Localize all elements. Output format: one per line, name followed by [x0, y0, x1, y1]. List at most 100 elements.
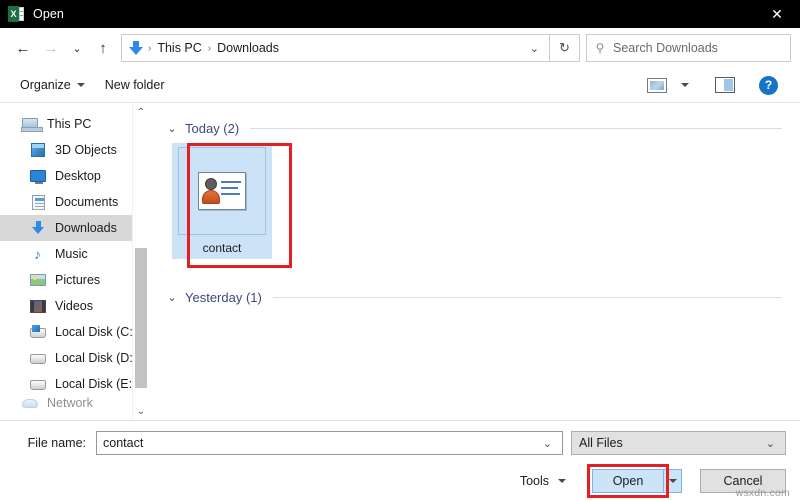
- address-dropdown-icon[interactable]: ⌄: [524, 42, 545, 55]
- group-header-yesterday[interactable]: ⌄ Yesterday (1): [166, 286, 782, 308]
- close-icon[interactable]: ✕: [754, 0, 800, 28]
- search-input[interactable]: Search Downloads: [613, 41, 718, 55]
- sidebar-item-label: Downloads: [55, 221, 117, 235]
- sidebar-item-3d-objects[interactable]: 3D Objects: [0, 137, 148, 163]
- sidebar-item-music[interactable]: ♪ Music: [0, 241, 148, 267]
- drive-icon: [30, 376, 48, 392]
- this-pc-icon: [21, 116, 43, 132]
- open-button[interactable]: Open: [592, 469, 664, 493]
- refresh-button[interactable]: ↻: [550, 34, 580, 62]
- file-thumbnail: [178, 147, 266, 235]
- sidebar-item-downloads[interactable]: Downloads: [0, 215, 148, 241]
- navigation-pane: This PC 3D Objects Desktop Documents Dow…: [0, 103, 148, 420]
- help-icon: ?: [759, 75, 778, 95]
- sidebar-item-label: Desktop: [55, 169, 101, 183]
- view-layout-icon: [647, 77, 667, 93]
- preview-pane-button[interactable]: [709, 73, 741, 97]
- sidebar-item-label: Documents: [55, 195, 119, 209]
- pictures-icon: [30, 272, 48, 288]
- chevron-down-icon[interactable]: ⌄: [537, 437, 558, 450]
- chevron-down-icon[interactable]: ⌄: [133, 402, 148, 420]
- forward-button[interactable]: →: [37, 33, 65, 63]
- drive-icon: [30, 350, 48, 366]
- sidebar-item-desktop[interactable]: Desktop: [0, 163, 148, 189]
- downloads-icon: [30, 220, 48, 236]
- sidebar-item-label: Pictures: [55, 273, 101, 287]
- dialog-button-row: Tools Open Cancel: [14, 464, 786, 498]
- file-type-select[interactable]: All Files ⌄: [571, 431, 786, 455]
- 3d-objects-icon: [30, 142, 48, 158]
- window-title: Open: [33, 7, 64, 21]
- group-title: Today (2): [185, 120, 240, 136]
- caret-down-icon: [558, 479, 566, 483]
- help-button[interactable]: ?: [753, 72, 784, 99]
- sidebar-scrollbar[interactable]: ⌃ ⌄: [132, 103, 148, 420]
- sidebar-item-network[interactable]: Network: [0, 397, 148, 409]
- chevron-down-icon: [76, 83, 85, 87]
- chevron-up-icon[interactable]: ⌃: [133, 103, 148, 121]
- new-folder-label: New folder: [104, 78, 165, 92]
- music-icon: ♪: [34, 246, 41, 262]
- breadcrumb-separator: ›: [148, 42, 152, 54]
- open-button-group: Open: [587, 464, 682, 498]
- search-box[interactable]: ⚲ Search Downloads: [586, 34, 791, 62]
- file-list-pane[interactable]: ⌄ Today (2) contact ⌄ Yesterday (1): [148, 103, 800, 420]
- open-file-dialog: X Open ✕ ← → ⌄ ↑ › This PC › Downloads ⌄…: [0, 0, 800, 501]
- group-title: Yesterday (1): [185, 289, 262, 305]
- view-layout-dropdown-button[interactable]: [675, 79, 695, 91]
- preview-pane-icon: [715, 77, 735, 93]
- file-tile-contact[interactable]: contact: [172, 143, 272, 259]
- file-name-input[interactable]: contact ⌄: [96, 431, 563, 455]
- file-name-label: contact: [202, 241, 242, 255]
- navigation-bar: ← → ⌄ ↑ › This PC › Downloads ⌄ ↻ ⚲ Sear…: [0, 28, 800, 68]
- watermark: wsxdn.com: [735, 487, 790, 499]
- address-bar[interactable]: › This PC › Downloads ⌄: [121, 34, 550, 62]
- open-dropdown-button[interactable]: [664, 469, 682, 493]
- breadcrumb-downloads[interactable]: Downloads: [213, 41, 283, 55]
- chevron-down-icon[interactable]: ⌄: [760, 437, 781, 450]
- file-name-value[interactable]: contact: [103, 436, 537, 450]
- sidebar-item-videos[interactable]: Videos: [0, 293, 148, 319]
- chevron-down-icon: [681, 83, 689, 87]
- downloads-arrow-icon: [128, 40, 144, 56]
- group-divider: [250, 127, 782, 129]
- tools-button[interactable]: Tools: [508, 469, 578, 493]
- contact-card-icon: [198, 172, 246, 210]
- sidebar-item-local-disk-c[interactable]: Local Disk (C:): [0, 319, 148, 345]
- sidebar-scrollbar-thumb[interactable]: [135, 248, 147, 388]
- sidebar-item-pictures[interactable]: Pictures: [0, 267, 148, 293]
- recent-locations-button[interactable]: ⌄: [65, 33, 89, 63]
- system-drive-icon: [30, 324, 48, 340]
- sidebar-item-documents[interactable]: Documents: [0, 189, 148, 215]
- group-header-today[interactable]: ⌄ Today (2): [166, 117, 782, 139]
- up-button[interactable]: ↑: [89, 33, 117, 63]
- file-name-row: File name: contact ⌄ All Files ⌄: [14, 431, 786, 455]
- search-icon: ⚲: [595, 41, 605, 55]
- sidebar-item-local-disk-e[interactable]: Local Disk (E:): [0, 371, 148, 397]
- breadcrumb-this-pc[interactable]: This PC: [153, 41, 205, 55]
- sidebar-item-label: Local Disk (D:): [55, 351, 137, 365]
- tools-label: Tools: [519, 474, 549, 488]
- breadcrumb-separator: ›: [207, 42, 212, 54]
- sidebar-item-label: Videos: [55, 299, 93, 313]
- chevron-down-icon[interactable]: ⌄: [166, 291, 178, 304]
- new-folder-button[interactable]: New folder: [95, 72, 175, 98]
- group-divider: [272, 296, 782, 298]
- excel-icon: X: [8, 6, 24, 22]
- command-bar-right: ?: [641, 72, 790, 99]
- file-name-field-label: File name:: [27, 436, 86, 450]
- caret-down-icon: [668, 479, 677, 483]
- chevron-down-icon[interactable]: ⌄: [166, 122, 178, 135]
- organize-label: Organize: [20, 78, 71, 92]
- back-button[interactable]: ←: [9, 33, 37, 63]
- sidebar-item-local-disk-d[interactable]: Local Disk (D:): [0, 345, 148, 371]
- sidebar-item-label: Local Disk (C:): [55, 325, 137, 339]
- organize-button[interactable]: Organize: [10, 72, 95, 98]
- file-type-value: All Files: [579, 436, 623, 450]
- view-layout-button[interactable]: [641, 74, 673, 97]
- documents-icon: [30, 194, 48, 210]
- file-tile-row: contact: [166, 143, 782, 259]
- videos-icon: [30, 298, 48, 314]
- sidebar-item-label: This PC: [47, 117, 92, 131]
- sidebar-item-this-pc[interactable]: This PC: [0, 111, 148, 137]
